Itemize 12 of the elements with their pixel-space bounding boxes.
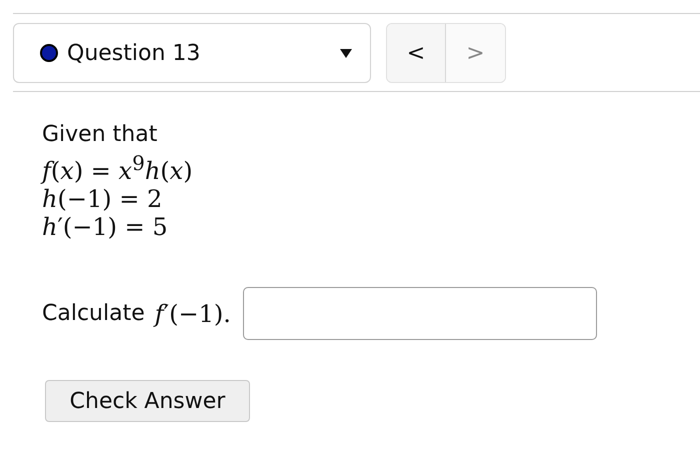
- prompt-math: f′(−1).: [154, 300, 231, 328]
- equation: f(x) = x$^{9}$h(x): [42, 150, 194, 185]
- question-dropdown[interactable]: Question 13: [13, 23, 371, 83]
- intro-text: Given that: [42, 122, 158, 147]
- equation: h(−1) = 2: [42, 185, 164, 213]
- question-label: Question 13: [67, 40, 202, 66]
- answer-field[interactable]: [242, 287, 597, 340]
- check-answer-button[interactable]: Check Answer: [45, 380, 250, 422]
- equation: h′(−1) = 5: [42, 213, 169, 241]
- prompt-text: Calculate: [42, 301, 145, 326]
- nav-button[interactable]: <: [387, 24, 446, 82]
- caret-icon: [340, 48, 352, 58]
